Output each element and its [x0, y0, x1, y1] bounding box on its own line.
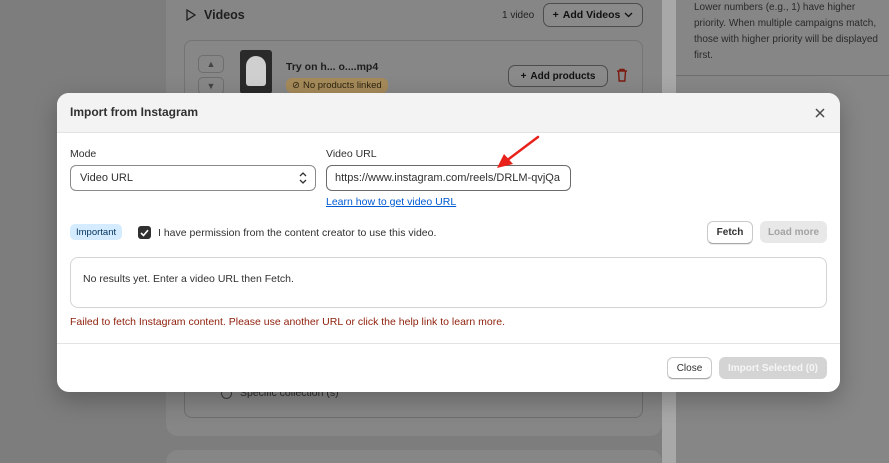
- modal-close-button[interactable]: [810, 103, 830, 123]
- load-more-button[interactable]: Load more: [760, 221, 827, 243]
- add-products-label: Add products: [530, 70, 596, 82]
- warning-icon: ⊘: [292, 80, 300, 91]
- fetch-button[interactable]: Fetch: [707, 221, 753, 244]
- important-badge: Important: [70, 224, 123, 240]
- mode-select[interactable]: Video URL: [70, 165, 316, 191]
- chevron-down-icon: [624, 12, 633, 18]
- error-message: Failed to fetch Instagram content. Pleas…: [70, 316, 506, 328]
- reorder-controls: ▲ ▼: [198, 55, 224, 95]
- video-url-input[interactable]: [326, 165, 571, 191]
- import-selected-button[interactable]: Import Selected (0): [719, 357, 827, 379]
- plus-icon: +: [552, 9, 559, 21]
- video-thumbnail[interactable]: [240, 50, 272, 94]
- close-icon: [815, 108, 825, 118]
- mode-selected-value: Video URL: [80, 172, 133, 184]
- add-videos-label: Add Videos: [562, 9, 621, 21]
- videos-section-header[interactable]: Videos: [186, 8, 245, 22]
- video-url-label: Video URL: [326, 148, 377, 160]
- play-icon: [186, 9, 196, 21]
- plus-icon: +: [520, 70, 527, 82]
- video-file-name: Try on h... o....mp4: [286, 61, 379, 73]
- results-empty-message: No results yet. Enter a video URL then F…: [83, 273, 294, 285]
- next-card: [166, 450, 662, 463]
- move-up-button[interactable]: ▲: [198, 55, 224, 73]
- no-products-label: No products linked: [302, 80, 382, 91]
- help-link[interactable]: Learn how to get video URL: [326, 196, 456, 208]
- modal-title: Import from Instagram: [70, 105, 199, 119]
- checkmark-icon: [140, 229, 149, 237]
- trash-icon[interactable]: [616, 68, 628, 82]
- permission-checkbox[interactable]: [138, 226, 151, 239]
- no-products-badge: ⊘ No products linked: [286, 78, 388, 93]
- mode-label: Mode: [70, 148, 97, 160]
- add-products-button[interactable]: + Add products: [508, 65, 608, 87]
- close-button[interactable]: Close: [667, 357, 712, 379]
- permission-label: I have permission from the content creat…: [158, 227, 437, 239]
- results-area: No results yet. Enter a video URL then F…: [70, 257, 827, 308]
- video-count: 1 video: [502, 10, 535, 21]
- modal-header: Import from Instagram: [57, 93, 840, 133]
- add-videos-button[interactable]: + Add Videos: [543, 3, 643, 27]
- videos-title: Videos: [204, 8, 245, 22]
- priority-description: Lower numbers (e.g., 1) have higher prio…: [694, 2, 878, 61]
- modal-footer-divider: [57, 343, 840, 344]
- chevron-up-down-icon: [299, 172, 307, 184]
- import-instagram-modal: Import from Instagram Mode Video URL Vid…: [57, 93, 840, 392]
